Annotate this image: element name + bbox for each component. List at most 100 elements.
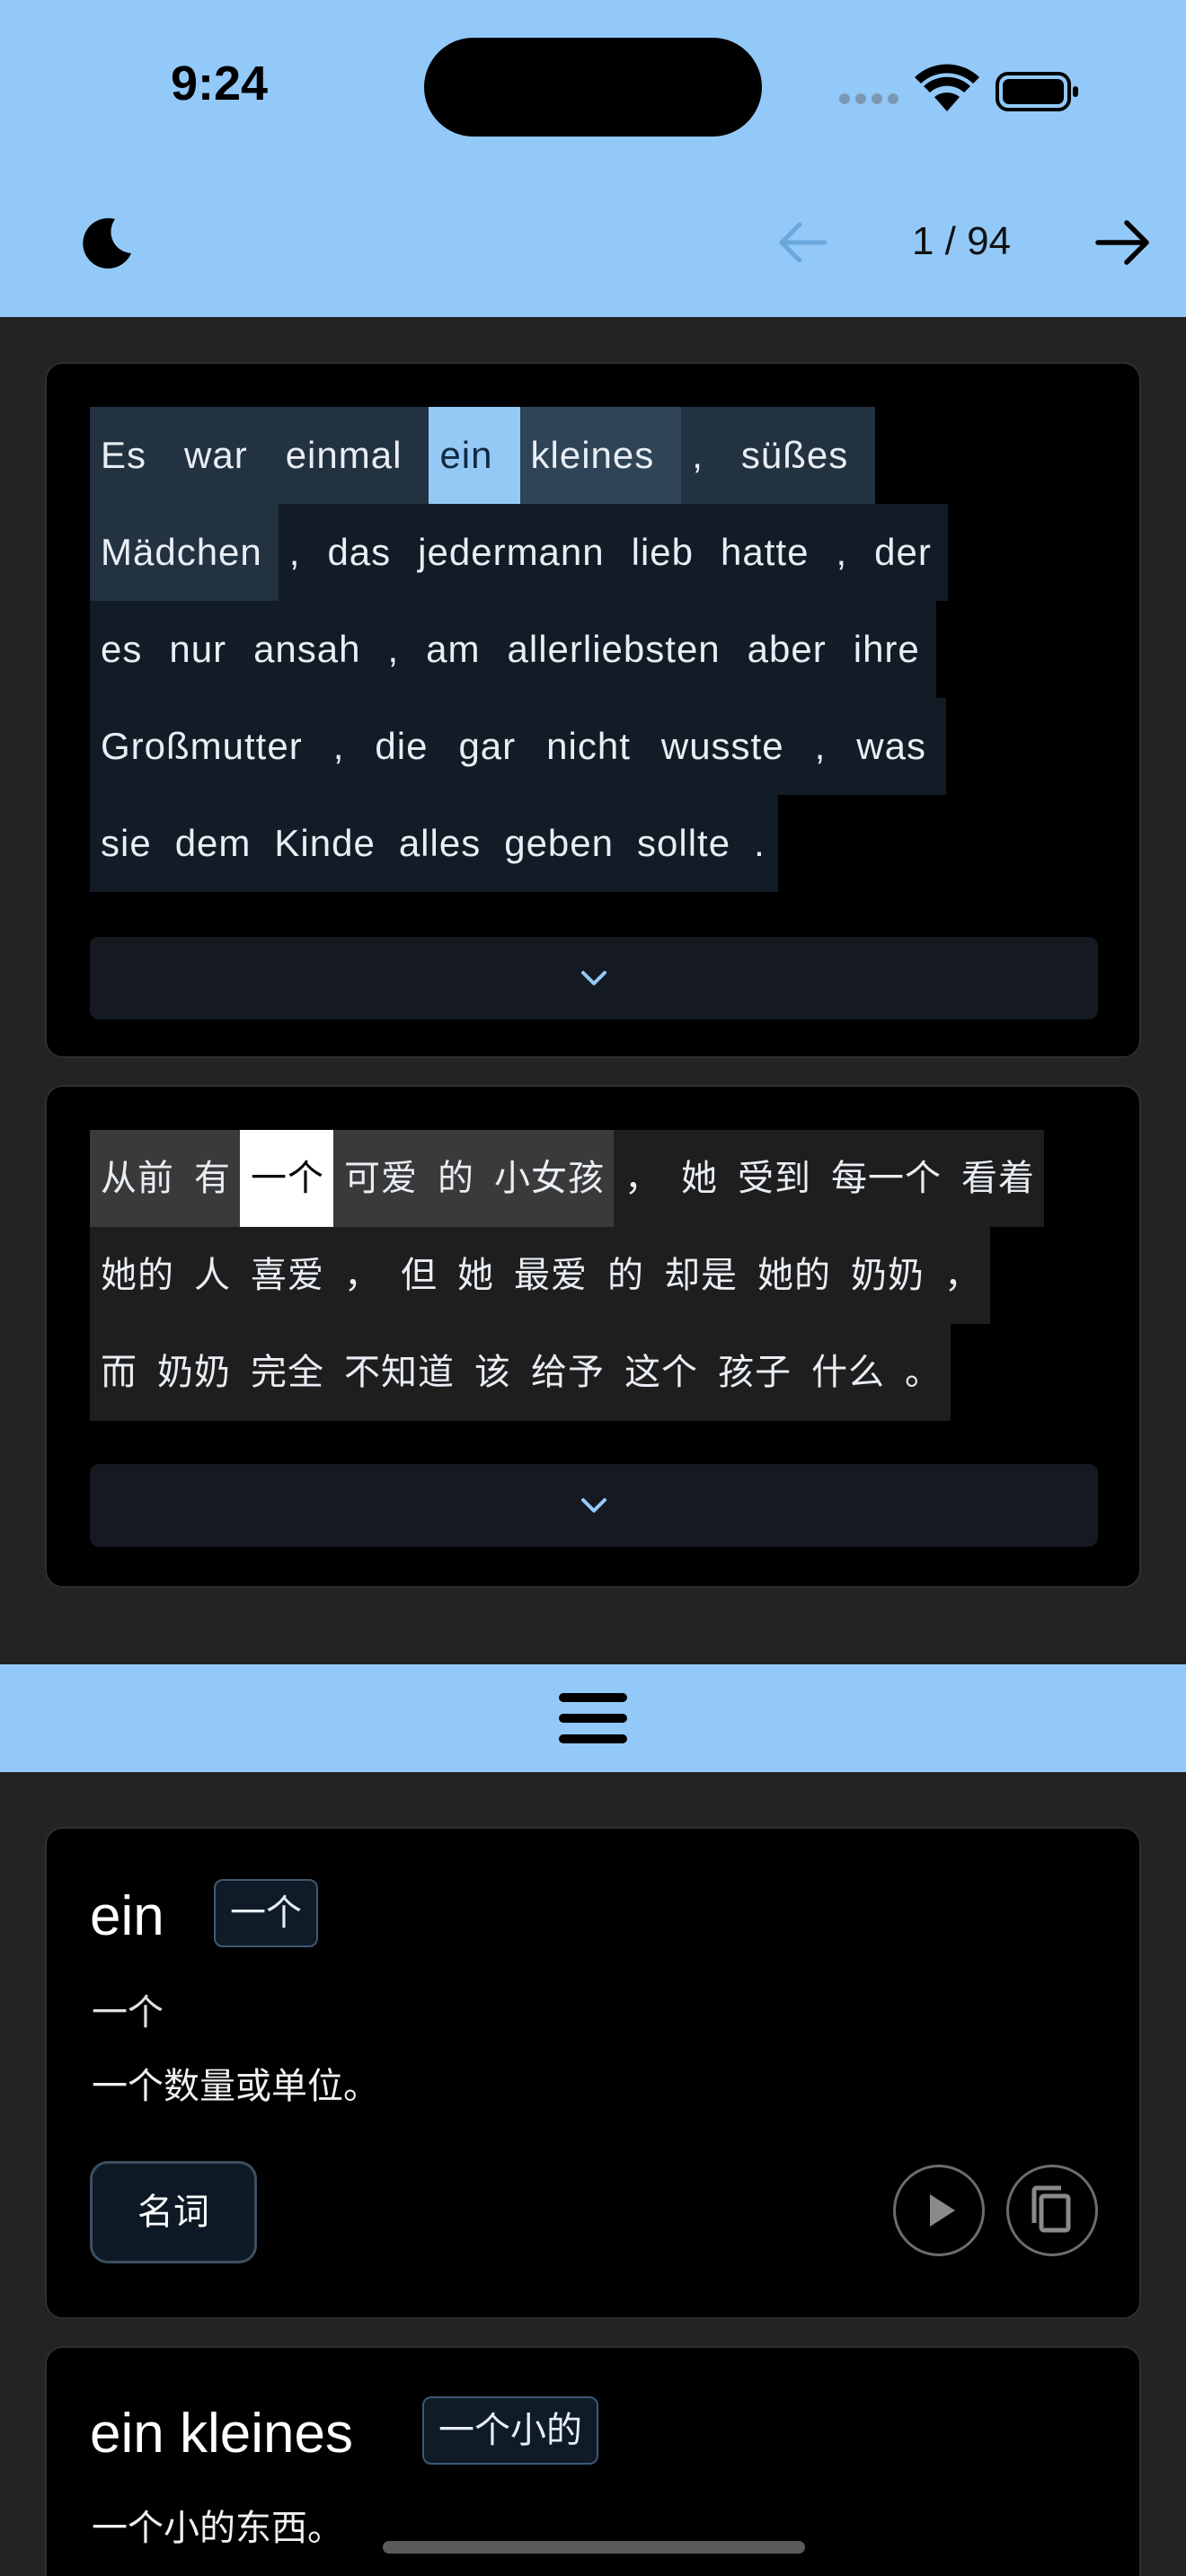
token[interactable]: , <box>278 504 317 601</box>
token-row: Mädchen, das jedermann lieb hatte, der <box>90 504 948 601</box>
token-selected[interactable]: 一个 <box>240 1130 333 1227</box>
token[interactable]: 而 <box>90 1324 146 1421</box>
token[interactable]: , <box>803 698 846 795</box>
token[interactable]: Großmutter <box>90 698 323 795</box>
token[interactable]: 这个 <box>614 1324 707 1421</box>
token[interactable]: ， <box>333 1227 390 1324</box>
token[interactable]: die <box>364 698 448 795</box>
token[interactable]: 不知道 <box>333 1324 464 1421</box>
expand-source-button[interactable] <box>90 937 1098 1019</box>
token[interactable]: 奶奶 <box>840 1227 934 1324</box>
token[interactable]: 她的 <box>90 1227 183 1324</box>
page-indicator: 1 / 94 <box>911 219 1012 263</box>
token[interactable]: 喜爱 <box>240 1227 333 1324</box>
token[interactable]: , <box>322 698 365 795</box>
token[interactable]: 可爱 <box>333 1130 427 1227</box>
token[interactable]: ansah <box>243 601 377 698</box>
token[interactable]: 她的 <box>747 1227 840 1324</box>
token[interactable]: 她 <box>670 1130 727 1227</box>
token[interactable]: lieb <box>620 504 711 601</box>
token[interactable]: hatte <box>710 504 826 601</box>
token[interactable]: 她 <box>447 1227 503 1324</box>
token[interactable]: gar <box>447 698 536 795</box>
token[interactable]: 人 <box>183 1227 240 1324</box>
entry-translation-badge: 一个小的 <box>422 2396 598 2465</box>
token[interactable]: ihre <box>842 601 936 698</box>
token-row: 她的人喜爱，但她最爱的却是 她的 奶奶， <box>90 1227 990 1324</box>
status-time: 9:24 <box>171 57 269 110</box>
copy-icon <box>1031 2185 1071 2233</box>
arrow-left-icon[interactable] <box>774 216 832 269</box>
token[interactable]: 受到 <box>727 1130 820 1227</box>
arrow-right-icon[interactable] <box>1093 212 1154 273</box>
moon-icon[interactable] <box>79 214 137 271</box>
token[interactable]: jedermann <box>407 504 621 601</box>
entry-description: 一个数量或单位。 <box>92 2067 379 2106</box>
token[interactable]: geben <box>493 795 627 892</box>
token[interactable]: sie <box>90 795 164 892</box>
token[interactable]: Es <box>90 407 174 504</box>
token[interactable]: ， <box>614 1130 670 1227</box>
copy-button[interactable] <box>1006 2165 1098 2256</box>
entry-word: ein kleines <box>90 2403 353 2465</box>
token[interactable]: am <box>415 601 497 698</box>
token[interactable]: 每一个 <box>820 1130 951 1227</box>
token[interactable]: 奶奶 <box>146 1324 240 1421</box>
token[interactable]: der <box>863 504 948 601</box>
token[interactable]: 完全 <box>240 1324 333 1421</box>
token[interactable]: , <box>376 601 416 698</box>
part-of-speech-button[interactable]: 名词 <box>90 2161 257 2263</box>
token[interactable]: war <box>173 407 275 504</box>
token[interactable]: dem <box>164 795 264 892</box>
token[interactable]: 。 <box>894 1324 951 1421</box>
token[interactable]: 孩子 <box>707 1324 801 1421</box>
entry-word: ein <box>90 1885 164 1947</box>
token[interactable]: 给予 <box>520 1324 614 1421</box>
token[interactable]: ， <box>934 1227 990 1324</box>
expand-translation-button[interactable] <box>90 1464 1098 1547</box>
token[interactable]: 什么 <box>801 1324 894 1421</box>
entry-description: 一个小的东西。 <box>92 2509 343 2548</box>
token[interactable]: 的 <box>597 1227 653 1324</box>
panel-divider-handle[interactable] <box>0 1664 1186 1772</box>
token-row: 而奶奶 完全 不知道该给予 这个 孩子 什么。 <box>90 1324 951 1421</box>
token[interactable]: alles <box>387 795 494 892</box>
token[interactable]: nicht <box>535 698 651 795</box>
token[interactable]: aber <box>736 601 843 698</box>
token[interactable]: 小女孩 <box>483 1130 614 1227</box>
token[interactable]: was <box>845 698 946 795</box>
token[interactable]: , <box>825 504 864 601</box>
token[interactable]: 有 <box>183 1130 240 1227</box>
token[interactable]: allerliebsten <box>496 601 737 698</box>
token-row: Es war einmal ein kleines, süßes <box>90 407 876 504</box>
token[interactable]: Mädchen <box>90 504 279 601</box>
token[interactable]: nur <box>158 601 243 698</box>
entry-translation-badge: 一个 <box>214 1879 318 1947</box>
token[interactable]: 最爱 <box>503 1227 597 1324</box>
token[interactable]: 但 <box>390 1227 447 1324</box>
play-button[interactable] <box>893 2165 985 2256</box>
token[interactable]: Kinde <box>263 795 388 892</box>
home-indicator <box>383 2541 805 2554</box>
source-token-area: Es war einmal ein kleines, süßes Mädchen, das je… <box>90 407 1098 892</box>
token[interactable]: . <box>743 795 778 892</box>
token[interactable]: 该 <box>464 1324 520 1421</box>
token[interactable]: , <box>681 407 730 504</box>
chevron-down-icon <box>581 971 606 985</box>
token[interactable]: 从前 <box>90 1130 183 1227</box>
token[interactable]: 却是 <box>653 1227 747 1324</box>
token-selected[interactable]: ein <box>429 407 520 504</box>
play-icon <box>930 2194 955 2227</box>
token[interactable]: einmal <box>274 407 429 504</box>
token[interactable]: sollte <box>626 795 744 892</box>
token[interactable]: kleines <box>519 407 682 504</box>
token[interactable]: das <box>316 504 408 601</box>
token[interactable]: süßes <box>730 407 876 504</box>
token[interactable]: wusste <box>650 698 804 795</box>
token-row: 从前有一个 可爱的小女孩，她受到 每一个 看着 <box>90 1130 1044 1227</box>
dynamic-island <box>424 38 762 137</box>
token[interactable]: es <box>90 601 159 698</box>
token[interactable]: 看着 <box>951 1130 1044 1227</box>
token[interactable]: 的 <box>427 1130 483 1227</box>
entry-meaning: 一个 <box>92 1993 164 2033</box>
